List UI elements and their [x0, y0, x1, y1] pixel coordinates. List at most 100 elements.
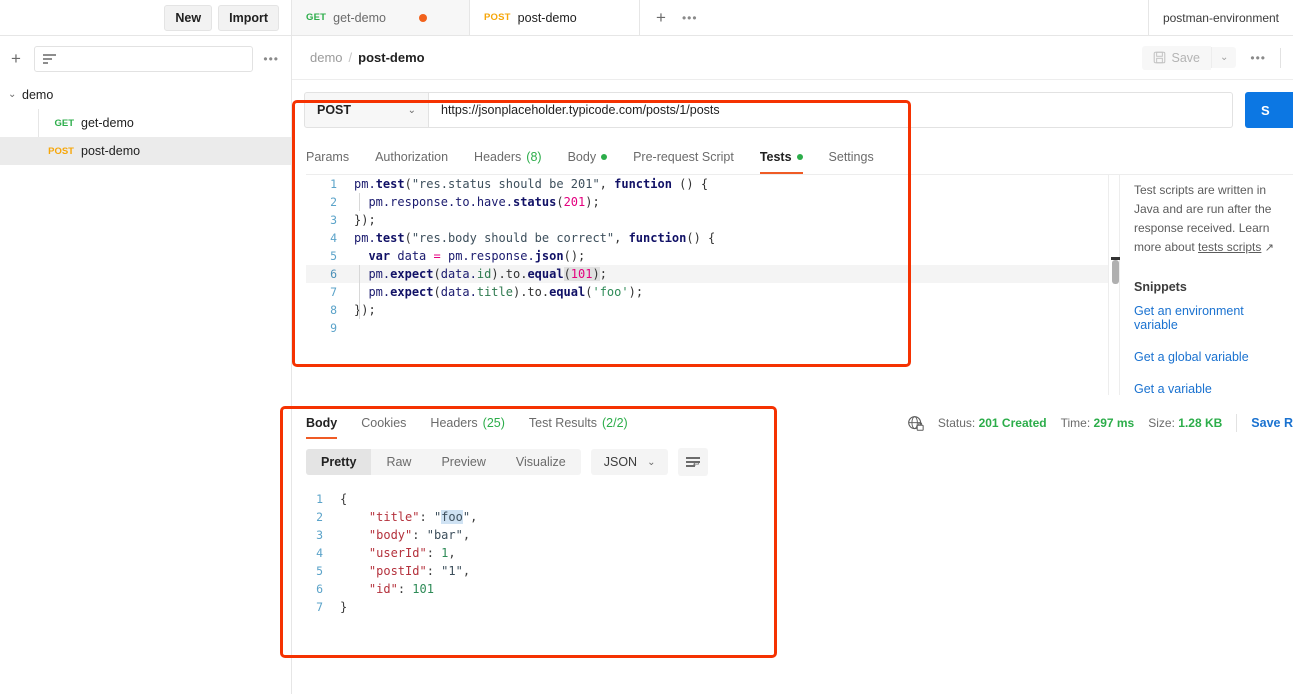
tab-body[interactable]: Body [555, 140, 621, 174]
format-preview-button[interactable]: Preview [426, 449, 500, 475]
sidebar-item-get-demo[interactable]: GET get-demo [0, 109, 291, 137]
tab-strip-actions: + ••• [640, 0, 1149, 35]
line-number: 1 [316, 492, 323, 506]
environment-name: postman-environment [1162, 10, 1279, 25]
line-number: 7 [330, 285, 337, 299]
tab-label: Tests [759, 150, 792, 164]
save-response-link[interactable]: Save R [1251, 416, 1293, 430]
response-tab-body[interactable]: Body [306, 407, 349, 439]
tab-settings[interactable]: Settings [816, 140, 887, 174]
code-text: }); [354, 213, 376, 227]
sidebar-add-icon[interactable]: + [8, 50, 24, 67]
snippet-link[interactable]: Get a global variable [1134, 350, 1290, 364]
url-input[interactable]: https://jsonplaceholder.typicode.com/pos… [429, 92, 1233, 128]
collection-row-demo[interactable]: ⌄ demo [0, 81, 291, 109]
tab-label: Body [567, 150, 597, 164]
request-tab-method: GET [306, 12, 327, 23]
response-status-group: Status: 201 Created [938, 416, 1047, 430]
import-button[interactable]: Import [218, 4, 279, 31]
environment-selector[interactable]: postman-environment [1149, 0, 1293, 35]
tab-count: (2/2) [602, 416, 628, 430]
tests-code-editor[interactable]: 1 pm.test("res.status should be 201", fun… [306, 175, 1108, 395]
tab-authorization[interactable]: Authorization [362, 140, 461, 174]
code-line: 6 pm.expect(data.id).to.equal(101); [306, 265, 1108, 283]
format-pretty-button[interactable]: Pretty [306, 449, 372, 475]
floppy-disk-icon [1153, 51, 1165, 64]
code-text: pm.response.to.have.status(201); [368, 195, 600, 209]
send-button[interactable]: S [1245, 92, 1293, 128]
tab-label: Pre-request Script [633, 150, 734, 164]
chevron-down-icon[interactable]: ⌄ [8, 89, 22, 100]
external-link-icon: ↗ [1264, 242, 1274, 254]
breadcrumb-collection[interactable]: demo [310, 50, 343, 65]
line-number: 2 [316, 510, 323, 524]
tab-count: (25) [482, 416, 505, 430]
chevron-down-icon: ⌄ [647, 456, 656, 468]
sidebar-more-ellipsis-icon[interactable]: ••• [263, 52, 279, 66]
http-method-selector[interactable]: POST ⌄ [304, 92, 429, 128]
postman-app-window: New Import GET get-demo POST post-demo +… [0, 0, 1293, 694]
line-number: 3 [316, 528, 323, 542]
tab-count: (8) [526, 150, 542, 164]
format-raw-button[interactable]: Raw [371, 449, 426, 475]
line-number: 3 [330, 213, 337, 227]
code-text: pm.expect(data.title).to.equal('foo'); [368, 285, 644, 299]
new-button[interactable]: New [164, 4, 213, 31]
json-line: 4 "userId": 1, [292, 544, 1293, 562]
code-line: 3}); [306, 211, 1108, 229]
request-name-label: get-demo [81, 116, 134, 130]
indent-guide [359, 265, 360, 319]
sidebar-filter-input[interactable] [33, 45, 254, 72]
tab-headers[interactable]: Headers (8) [461, 140, 555, 174]
new-tab-icon[interactable]: + [656, 9, 666, 26]
body-present-dot-icon [601, 154, 608, 160]
sidebar: + ••• ⌄ demo GET get-demo POST post-demo [0, 36, 292, 694]
editor-vertical-scrollbar[interactable] [1108, 175, 1120, 395]
word-wrap-icon: ↵ [686, 457, 701, 469]
response-language-selector[interactable]: JSON ⌄ [590, 449, 669, 475]
save-button[interactable]: Save [1141, 45, 1211, 70]
line-number: 9 [330, 321, 337, 335]
response-tab-headers[interactable]: Headers (25) [418, 407, 516, 439]
toolbar-divider [1280, 47, 1281, 68]
tab-label: Cookies [361, 416, 407, 430]
tab-tests[interactable]: Tests [747, 140, 816, 174]
snippet-link[interactable]: Get a variable [1134, 382, 1290, 396]
request-more-ellipsis-icon[interactable]: ••• [1236, 51, 1280, 65]
tab-label: Test Results [528, 416, 597, 430]
response-body-viewer[interactable]: 1{2 "title": "foo", 3 "body": "bar", 4 "us… [292, 490, 1293, 616]
meta-divider [1236, 414, 1238, 432]
json-text: { [340, 492, 348, 506]
response-tab-test-results[interactable]: Test Results (2/2) [517, 407, 640, 439]
line-number: 6 [330, 267, 337, 281]
response-time-group: Time: 297 ms [1061, 416, 1135, 430]
json-line-list: 1{2 "title": "foo", 3 "body": "bar", 4 "us… [292, 490, 1293, 616]
scrollbar-thumb[interactable] [1112, 260, 1119, 284]
word-wrap-button[interactable]: ↵ [678, 448, 709, 476]
format-visualize-button[interactable]: Visualize [501, 449, 581, 475]
tab-label: Authorization [375, 150, 449, 164]
request-method-label: GET [54, 117, 74, 129]
tab-label: Params [306, 150, 350, 164]
globe-lock-icon [908, 415, 924, 431]
unsaved-changes-dot [418, 13, 427, 22]
request-tab-get-demo[interactable]: GET get-demo [292, 0, 470, 35]
save-options-chevron-down-icon[interactable]: ⌄ [1211, 47, 1237, 68]
tab-params[interactable]: Params [306, 140, 362, 174]
tab-label: Body [306, 416, 338, 430]
tab-options-ellipsis-icon[interactable]: ••• [682, 11, 698, 25]
code-line-list: 1 pm.test("res.status should be 201", fun… [306, 175, 1108, 337]
tab-pre-request-script[interactable]: Pre-request Script [620, 140, 747, 174]
breadcrumb-current: post-demo [358, 50, 425, 65]
snippet-link[interactable]: Get an environment variable [1134, 304, 1290, 332]
url-value: https://jsonplaceholder.typicode.com/pos… [441, 103, 720, 117]
request-tab-post-demo[interactable]: POST post-demo [470, 0, 640, 35]
json-line: 3 "body": "bar", [292, 526, 1293, 544]
response-panel: Body Cookies Headers (25) Test Results (… [292, 405, 1293, 694]
response-tab-cookies[interactable]: Cookies [349, 407, 418, 439]
sidebar-item-post-demo[interactable]: POST post-demo [0, 137, 291, 165]
code-line: 2 pm.response.to.have.status(201); [306, 193, 1108, 211]
line-number: 5 [330, 249, 337, 263]
json-text: } [340, 600, 348, 614]
tests-scripts-link[interactable]: tests scripts [1198, 240, 1261, 254]
